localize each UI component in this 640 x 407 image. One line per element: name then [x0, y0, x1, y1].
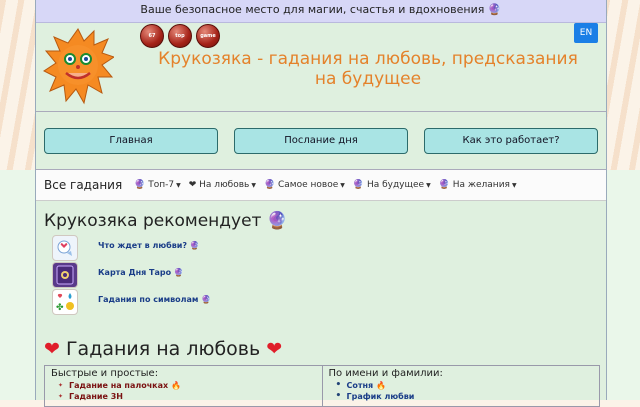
recommend-item: Карта Дня Таро 🔮: [36, 262, 606, 289]
menu-item-love-label: ❤ На любовь: [188, 180, 250, 190]
nav-message-button[interactable]: Послание дня: [234, 128, 408, 154]
recommend-love-link[interactable]: Что ждет в любви? 🔮: [98, 241, 200, 250]
love-chat-icon[interactable]: [52, 235, 78, 261]
background-pattern-left: [0, 0, 36, 170]
love-section-columns: Быстрые и простые: Гадание на палочках 🔥…: [44, 365, 600, 407]
symbols-icon[interactable]: ✤: [52, 289, 78, 315]
tarot-card-icon[interactable]: [52, 262, 78, 288]
menu-item-love[interactable]: ❤ На любовь ▼: [189, 180, 256, 190]
menu-item-newest-label: 🔮 Самое новое: [263, 180, 339, 190]
menu-item-newest[interactable]: 🔮 Самое новое ▼: [264, 180, 345, 190]
page-container: Ваше безопасное место для магии, счастья…: [35, 0, 607, 407]
badge-top[interactable]: top: [168, 24, 192, 48]
tagline: Ваше безопасное место для магии, счастья…: [36, 0, 606, 23]
chevron-down-icon: ▼: [251, 182, 256, 189]
heart-icon: ❤: [266, 338, 283, 360]
menu-item-wishes-label: 🔮 На желания: [438, 180, 510, 190]
category-menu: Все гадания 🔮 Топ-7 ▼ ❤ На любовь ▼ 🔮 Само…: [36, 170, 606, 201]
main-nav: Главная Послание дня Как это работает?: [36, 112, 606, 170]
list-item[interactable]: Сотня 🔥: [336, 380, 594, 390]
badge-67[interactable]: 67: [140, 24, 164, 48]
heart-icon: ❤: [44, 338, 60, 360]
chevron-down-icon: ▼: [340, 182, 345, 189]
chevron-down-icon: ▼: [511, 182, 517, 189]
recommend-tarot-link[interactable]: Карта Дня Таро 🔮: [98, 268, 184, 277]
recommend-symbols-link[interactable]: Гадания по символам 🔮: [98, 295, 211, 304]
language-button[interactable]: EN: [574, 23, 598, 43]
chevron-down-icon: ▼: [426, 182, 431, 189]
column-by-name: По имени и фамилии: Сотня 🔥 График любви: [321, 366, 600, 406]
nav-how-button[interactable]: Как это работает?: [424, 128, 598, 154]
column-quick-heading: Быстрые и простые:: [51, 368, 159, 379]
site-title: Крукозяка - гадания на любовь, предсказа…: [158, 49, 578, 89]
love-section-title-text: Гадания на любовь: [65, 338, 261, 360]
menu-item-wishes[interactable]: 🔮 На желания ▼: [439, 180, 517, 190]
menu-item-top7-label: 🔮 Топ-7: [134, 180, 175, 190]
menu-item-top7[interactable]: 🔮 Топ-7 ▼: [134, 180, 181, 190]
chevron-down-icon: ▼: [176, 182, 181, 189]
menu-all[interactable]: Все гадания: [44, 178, 122, 192]
background-pattern-right: [604, 0, 640, 170]
column-quick: Быстрые и простые: Гадание на палочках 🔥…: [45, 366, 322, 406]
column-by-name-heading: По имени и фамилии:: [328, 368, 443, 379]
recommend-item: Что ждет в любви? 🔮: [36, 235, 606, 262]
menu-item-future-label: 🔮 На будущее: [352, 180, 425, 190]
recommend-title: Крукозяка рекомендует 🔮: [44, 211, 289, 231]
list-item[interactable]: Гадание на палочках 🔥: [58, 381, 316, 390]
site-header: 67 top game Крукозяка - гадания на любов…: [36, 23, 606, 112]
svg-text:✤: ✤: [56, 303, 64, 313]
badge-game[interactable]: game: [196, 24, 220, 48]
recommend-item: ✤ Гадания по символам 🔮: [36, 289, 606, 316]
nav-home-button[interactable]: Главная: [44, 128, 218, 154]
logo-sun-icon[interactable]: [42, 27, 114, 105]
menu-item-future[interactable]: 🔮 На будущее ▼: [353, 180, 431, 190]
badge-group: 67 top game: [140, 24, 220, 48]
love-section-title: ❤ Гадания на любовь ❤: [44, 338, 282, 360]
